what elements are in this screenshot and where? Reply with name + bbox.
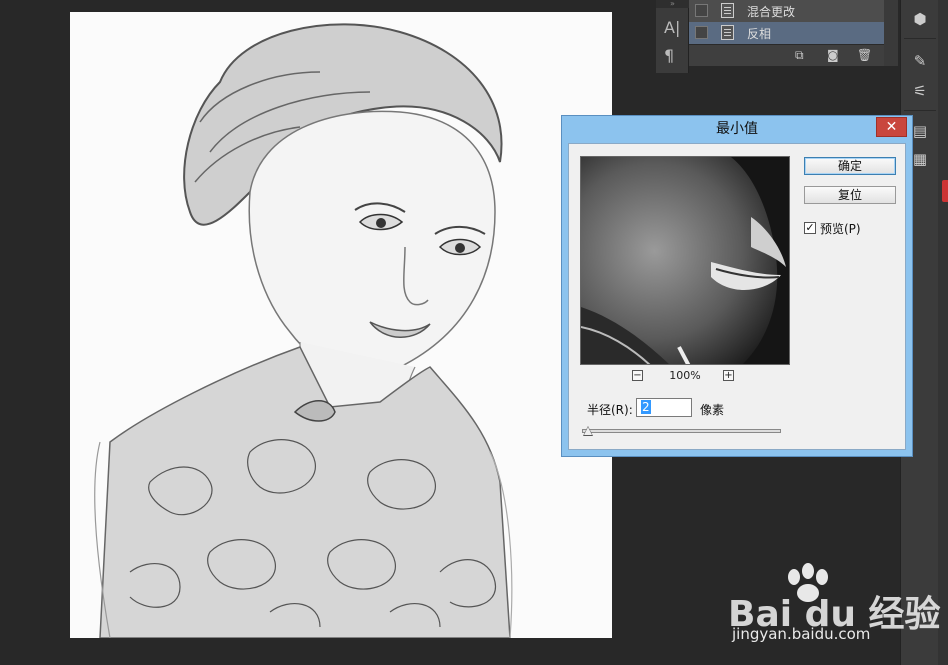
radius-input[interactable]: 2: [636, 398, 692, 417]
history-checkbox[interactable]: [695, 4, 708, 17]
preview-image: [581, 157, 789, 364]
history-item-label: 混合更改: [747, 5, 796, 19]
history-checkbox[interactable]: [695, 26, 708, 39]
dialog-title[interactable]: 最小值: [562, 116, 912, 142]
radius-label: 半径(R):: [587, 403, 633, 417]
trash-icon[interactable]: 🗑: [857, 48, 872, 62]
history-panel-toolbar: ⧉ ◙ 🗑: [689, 44, 884, 66]
ok-button[interactable]: 确定: [804, 157, 896, 175]
minimum-filter-dialog: 最小值 ✕ − 100% + 确定 复位 ✓ 预览(P) 半径(R): 2 像素: [561, 115, 913, 457]
brush-icon[interactable]: ✎: [909, 50, 931, 72]
paragraph-icon[interactable]: ¶: [664, 46, 674, 65]
dialog-body: − 100% + 确定 复位 ✓ 预览(P) 半径(R): 2 像素: [568, 143, 906, 450]
reset-button[interactable]: 复位: [804, 186, 896, 204]
brush-settings-icon[interactable]: ⚟: [909, 80, 931, 102]
radius-slider[interactable]: [582, 429, 781, 433]
type-tool-icon[interactable]: A|: [664, 18, 680, 37]
preview-checkbox[interactable]: ✓: [804, 222, 816, 234]
document-icon: [721, 3, 734, 18]
document-icon: [721, 25, 734, 40]
baidu-jingyan-watermark: Bai du 经验 jingyan.baidu.com: [728, 563, 941, 653]
preview-checkbox-label: 预览(P): [820, 222, 861, 236]
radius-slider-thumb[interactable]: [583, 426, 593, 436]
watermark-url: jingyan.baidu.com: [732, 625, 871, 643]
snapshot-icon[interactable]: ◙: [827, 48, 839, 62]
zoom-in-button[interactable]: +: [723, 370, 734, 381]
close-button[interactable]: ✕: [876, 117, 907, 137]
history-item[interactable]: 混合更改: [689, 0, 884, 22]
sketch-portrait-image: [70, 12, 612, 638]
panel-tool-column: » A| ¶: [656, 0, 689, 73]
zoom-level: 100%: [669, 369, 701, 382]
panel-grip[interactable]: »: [656, 0, 689, 8]
radius-value: 2: [641, 400, 651, 414]
3d-icon[interactable]: ⬢: [909, 8, 931, 30]
history-item-label: 反相: [747, 27, 772, 41]
canvas-document[interactable]: [70, 12, 612, 638]
window-edge: [938, 0, 948, 665]
filter-preview[interactable]: [580, 156, 790, 365]
panel-scrollbar[interactable]: [884, 0, 898, 66]
edge-tab[interactable]: [942, 180, 948, 202]
dock-divider: [904, 110, 936, 111]
history-item-selected[interactable]: 反相: [689, 22, 884, 44]
dock-divider: [904, 38, 936, 39]
radius-unit-label: 像素: [700, 403, 725, 417]
zoom-controls: − 100% +: [580, 369, 790, 385]
new-document-icon[interactable]: ⧉: [795, 48, 804, 63]
